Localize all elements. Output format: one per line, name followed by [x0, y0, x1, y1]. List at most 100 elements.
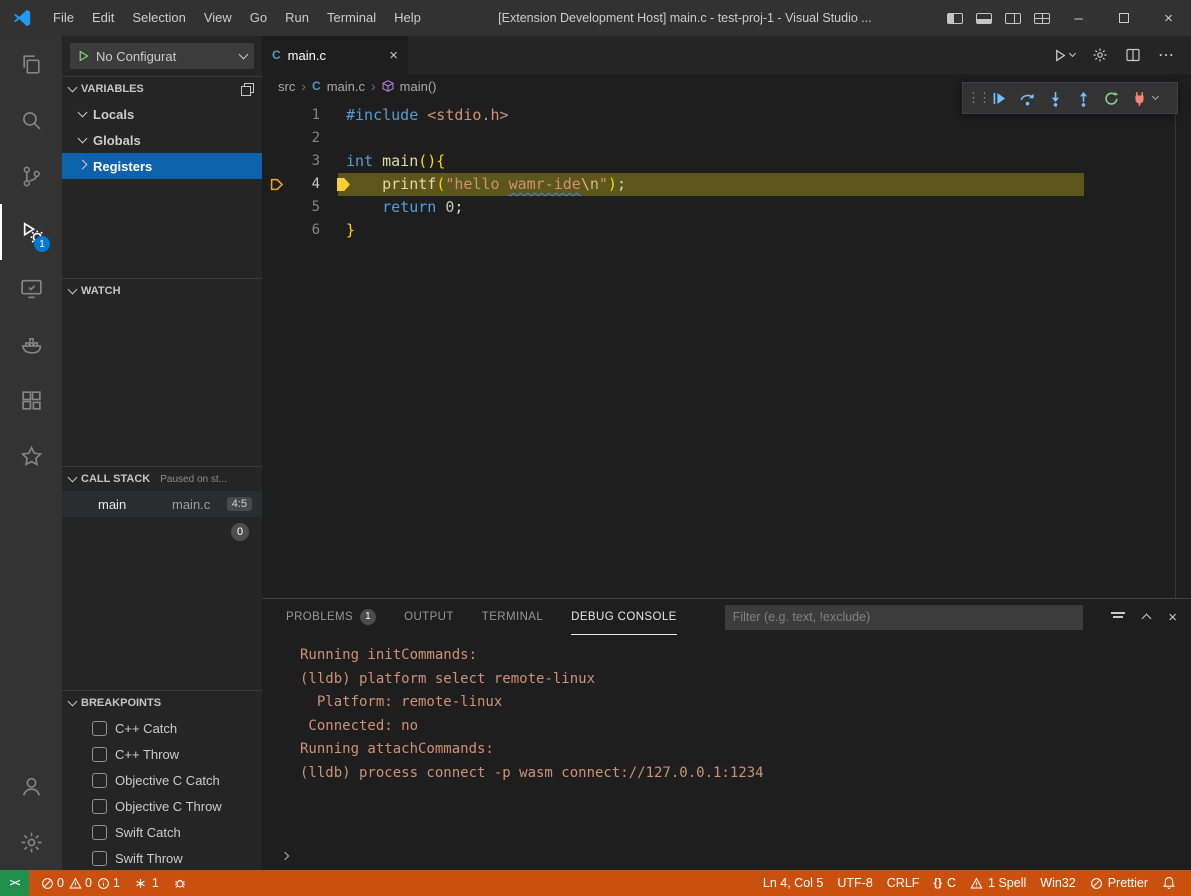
collapse-all-icon[interactable]: [241, 83, 254, 96]
debug-console-input[interactable]: [262, 844, 1191, 870]
close-panel-icon[interactable]: ×: [1168, 609, 1177, 626]
formatter-status[interactable]: Prettier: [1083, 870, 1155, 896]
console-filter-input[interactable]: [725, 605, 1083, 630]
activity-remote-explorer[interactable]: [0, 260, 62, 316]
panel-tab-problems[interactable]: PROBLEMS1: [286, 599, 376, 635]
menu-edit[interactable]: Edit: [83, 0, 123, 36]
toggle-sidebar-icon[interactable]: [940, 0, 969, 36]
breadcrumb-file[interactable]: main.c: [327, 79, 365, 94]
menu-run[interactable]: Run: [276, 0, 318, 36]
menu-terminal[interactable]: Terminal: [318, 0, 385, 36]
eol-status[interactable]: CRLF: [880, 870, 927, 896]
code-line-2[interactable]: 2: [262, 127, 1191, 150]
customize-layout-icon[interactable]: [1027, 0, 1056, 36]
split-editor-icon[interactable]: [1125, 47, 1141, 63]
code-line-5[interactable]: 5 return 0;: [262, 196, 1191, 219]
minimize-button[interactable]: –: [1056, 0, 1101, 36]
breakpoints-header[interactable]: BREAKPOINTS: [62, 691, 262, 715]
activity-search[interactable]: [0, 92, 62, 148]
code-editor[interactable]: 1#include <stdio.h>23int main(){4 printf…: [262, 98, 1191, 598]
tab-main-c[interactable]: C main.c ×: [262, 36, 408, 74]
stack-frame[interactable]: main main.c 4:5: [62, 491, 262, 517]
watch-header[interactable]: WATCH: [62, 279, 262, 303]
checkbox-unchecked[interactable]: [92, 825, 107, 840]
toggle-panel-icon[interactable]: [969, 0, 998, 36]
step-over-button[interactable]: [1013, 84, 1041, 112]
call-stack-header[interactable]: CALL STACK Paused on st...: [62, 467, 262, 491]
variables-group-globals[interactable]: Globals: [62, 127, 262, 153]
breadcrumb-symbol[interactable]: main(): [400, 79, 437, 94]
activity-source-control[interactable]: [0, 148, 62, 204]
breakpoint-objective-c-throw[interactable]: Objective C Throw: [62, 793, 262, 819]
toggle-secondary-sidebar-icon[interactable]: [998, 0, 1027, 36]
panel-tab-terminal[interactable]: TERMINAL: [482, 599, 543, 635]
remote-indicator[interactable]: ><: [0, 870, 29, 896]
menu-view[interactable]: View: [195, 0, 241, 36]
breakpoint-c-throw[interactable]: C++ Throw: [62, 741, 262, 767]
notifications[interactable]: [1155, 870, 1183, 896]
activity-run-debug[interactable]: 1: [0, 204, 62, 260]
more-actions-icon[interactable]: ⋯: [1158, 45, 1175, 65]
checkbox-unchecked[interactable]: [92, 747, 107, 762]
drag-handle-icon[interactable]: ⋮⋮: [967, 90, 985, 106]
breakpoint-swift-catch[interactable]: Swift Catch: [62, 819, 262, 845]
close-button[interactable]: ×: [1146, 0, 1191, 36]
maximize-panel-icon[interactable]: [1142, 614, 1152, 624]
close-tab-icon[interactable]: ×: [389, 47, 398, 64]
gutter[interactable]: [262, 104, 290, 127]
filter-icon[interactable]: [1111, 611, 1125, 623]
breadcrumb-folder[interactable]: src: [278, 79, 295, 94]
code-line-3[interactable]: 3int main(){: [262, 150, 1191, 173]
code-line-4[interactable]: 4 printf("hello wamr-ide\n");: [262, 173, 1191, 196]
activity-settings[interactable]: [0, 814, 62, 870]
breakpoint-objective-c-catch[interactable]: Objective C Catch: [62, 767, 262, 793]
menu-go[interactable]: Go: [241, 0, 276, 36]
checkbox-unchecked[interactable]: [92, 851, 107, 866]
menu-selection[interactable]: Selection: [123, 0, 194, 36]
step-into-button[interactable]: [1041, 84, 1069, 112]
chevron-down-icon[interactable]: [1152, 93, 1159, 100]
code-line-6[interactable]: 6}: [262, 219, 1191, 242]
activity-favorites[interactable]: [0, 428, 62, 484]
gutter[interactable]: [262, 219, 290, 242]
forwarded-ports-status[interactable]: 1: [127, 870, 166, 896]
cursor-position[interactable]: Ln 4, Col 5: [756, 870, 830, 896]
panel-tab-debug-console[interactable]: DEBUG CONSOLE: [571, 599, 677, 635]
activity-explorer[interactable]: [0, 36, 62, 92]
encoding-status[interactable]: UTF-8: [830, 870, 879, 896]
variables-header[interactable]: VARIABLES: [62, 77, 262, 101]
step-out-button[interactable]: [1069, 84, 1097, 112]
breakpoint-swift-throw[interactable]: Swift Throw: [62, 845, 262, 871]
continue-button[interactable]: [985, 84, 1013, 112]
debug-config-dropdown[interactable]: No Configurat: [70, 43, 254, 69]
maximize-button[interactable]: [1101, 0, 1146, 36]
variables-group-locals[interactable]: Locals: [62, 101, 262, 127]
breakpoint-gutter[interactable]: [262, 173, 290, 196]
checkbox-unchecked[interactable]: [92, 773, 107, 788]
language-mode[interactable]: {} C: [926, 870, 963, 896]
checkbox-unchecked[interactable]: [92, 799, 107, 814]
spell-status[interactable]: 1 Spell: [963, 870, 1033, 896]
activity-docker[interactable]: [0, 316, 62, 372]
breakpoint-c-catch[interactable]: C++ Catch: [62, 715, 262, 741]
gutter[interactable]: [262, 127, 290, 150]
panel-tab-output[interactable]: OUTPUT: [404, 599, 454, 635]
activity-extensions[interactable]: [0, 372, 62, 428]
restart-button[interactable]: [1097, 84, 1125, 112]
menu-file[interactable]: File: [44, 0, 83, 36]
editor-scrollbar[interactable]: [1175, 98, 1191, 598]
code-token: [436, 198, 445, 216]
problems-status[interactable]: 0 0 1: [34, 870, 127, 896]
run-or-debug-button[interactable]: [1053, 48, 1075, 63]
gutter[interactable]: [262, 196, 290, 219]
activity-account[interactable]: [0, 758, 62, 814]
platform-status[interactable]: Win32: [1033, 870, 1082, 896]
checkbox-unchecked[interactable]: [92, 721, 107, 736]
gutter[interactable]: [262, 150, 290, 173]
debug-status[interactable]: [166, 870, 194, 896]
variables-group-registers[interactable]: Registers: [62, 153, 262, 179]
disconnect-button[interactable]: [1125, 84, 1153, 112]
menu-help[interactable]: Help: [385, 0, 430, 36]
configure-gear-icon[interactable]: [1092, 47, 1108, 63]
start-debugging-icon[interactable]: [77, 49, 90, 63]
